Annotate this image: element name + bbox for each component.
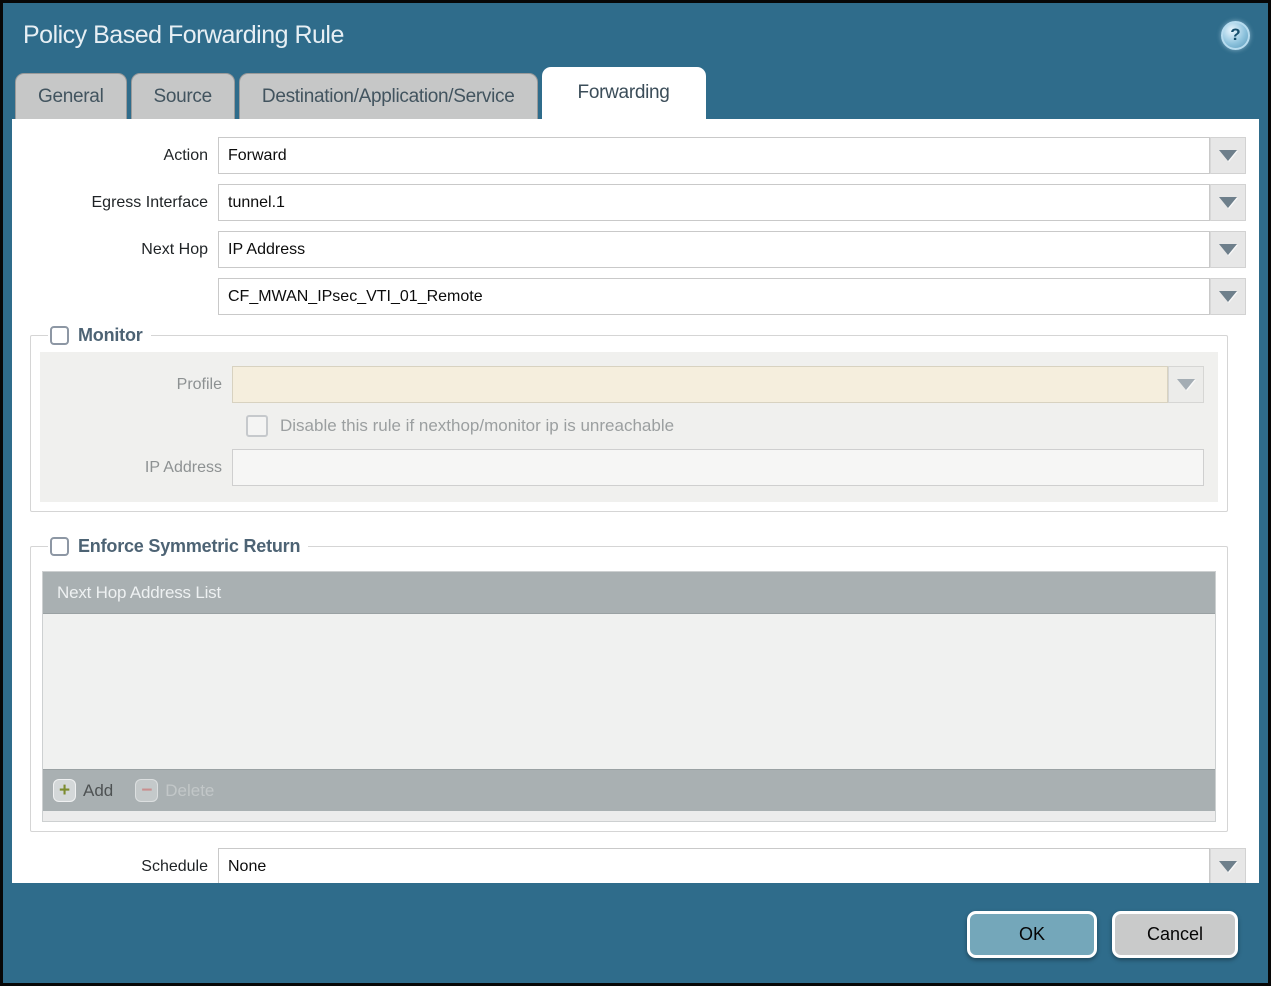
chevron-down-icon (1219, 244, 1237, 255)
monitor-ip-address-input (232, 449, 1204, 486)
action-row: Action (12, 137, 1246, 174)
plus-icon: + (53, 779, 76, 802)
tab-bar: General Source Destination/Application/S… (3, 67, 1268, 119)
ok-button[interactable]: OK (967, 911, 1097, 958)
chevron-down-icon (1219, 150, 1237, 161)
schedule-label: Schedule (141, 857, 208, 875)
monitor-section: Monitor Profile Disable this rule if nex… (30, 325, 1228, 512)
schedule-dropdown-button[interactable] (1210, 848, 1246, 883)
schedule-row: Schedule (12, 848, 1246, 883)
monitor-legend: Monitor (48, 325, 151, 346)
monitor-ip-address-row: IP Address (54, 449, 1204, 486)
next-hop-address-list-table: Next Hop Address List + Add − Delete (42, 571, 1216, 822)
table-toolbar: + Add − Delete (43, 769, 1215, 811)
egress-interface-dropdown-button[interactable] (1210, 184, 1246, 221)
egress-interface-label: Egress Interface (91, 193, 209, 211)
egress-interface-input[interactable] (218, 184, 1210, 221)
monitor-checkbox[interactable] (50, 326, 69, 345)
profile-label: Profile (176, 375, 222, 393)
chevron-down-icon (1219, 197, 1237, 208)
table-body-empty[interactable] (43, 614, 1215, 769)
delete-button-label: Delete (165, 780, 215, 800)
symmetric-return-section: Enforce Symmetric Return Next Hop Addres… (30, 536, 1228, 832)
enforce-symmetric-return-checkbox[interactable] (50, 537, 69, 556)
next-hop-address-dropdown-button[interactable] (1210, 278, 1246, 315)
next-hop-label: Next Hop (141, 240, 208, 258)
schedule-input[interactable] (218, 848, 1210, 883)
forwarding-tab-content: Action Egress Interface Next Hop (12, 119, 1259, 883)
chevron-down-icon (1219, 291, 1237, 302)
chevron-down-icon (1177, 379, 1195, 390)
chevron-down-icon (1219, 861, 1237, 872)
profile-input (232, 366, 1168, 403)
delete-button: − Delete (135, 779, 214, 802)
next-hop-row: Next Hop (12, 231, 1246, 268)
next-hop-address-row (12, 278, 1246, 315)
minus-icon: − (135, 779, 159, 802)
cancel-button[interactable]: Cancel (1112, 911, 1238, 958)
next-hop-address-input[interactable] (218, 278, 1210, 315)
symmetric-return-section-title: Enforce Symmetric Return (78, 536, 301, 556)
profile-row: Profile (54, 366, 1204, 403)
tab-general[interactable]: General (15, 73, 127, 119)
monitor-section-title: Monitor (78, 325, 143, 345)
monitor-ip-address-label: IP Address (144, 458, 222, 476)
table-scrollbar-strip (43, 811, 1215, 821)
next-hop-type-input[interactable] (218, 231, 1210, 268)
help-icon[interactable]: ? (1221, 20, 1250, 50)
table-header-label: Next Hop Address List (57, 582, 221, 602)
symmetric-return-legend: Enforce Symmetric Return (48, 536, 308, 557)
dialog-footer: OK Cancel (3, 883, 1268, 983)
action-dropdown-button[interactable] (1210, 137, 1246, 174)
policy-based-forwarding-dialog: Policy Based Forwarding Rule ? General S… (0, 0, 1271, 986)
add-button-label: Add (83, 780, 114, 800)
disable-rule-row: Disable this rule if nexthop/monitor ip … (246, 415, 1204, 437)
action-label: Action (163, 146, 208, 164)
monitor-panel: Profile Disable this rule if nexthop/mon… (40, 352, 1218, 502)
dialog-title: Policy Based Forwarding Rule (23, 20, 344, 49)
tab-destination-application-service[interactable]: Destination/Application/Service (238, 73, 538, 119)
dialog-titlebar: Policy Based Forwarding Rule ? (3, 3, 1268, 67)
tab-forwarding[interactable]: Forwarding (541, 67, 706, 119)
table-header: Next Hop Address List (43, 572, 1215, 614)
profile-dropdown-button (1168, 366, 1204, 403)
disable-rule-checkbox (246, 415, 268, 437)
action-input[interactable] (218, 137, 1210, 174)
egress-interface-row: Egress Interface (12, 184, 1246, 221)
add-button[interactable]: + Add (53, 779, 113, 802)
disable-rule-label: Disable this rule if nexthop/monitor ip … (280, 416, 675, 435)
next-hop-type-dropdown-button[interactable] (1210, 231, 1246, 268)
tab-source[interactable]: Source (130, 73, 235, 119)
